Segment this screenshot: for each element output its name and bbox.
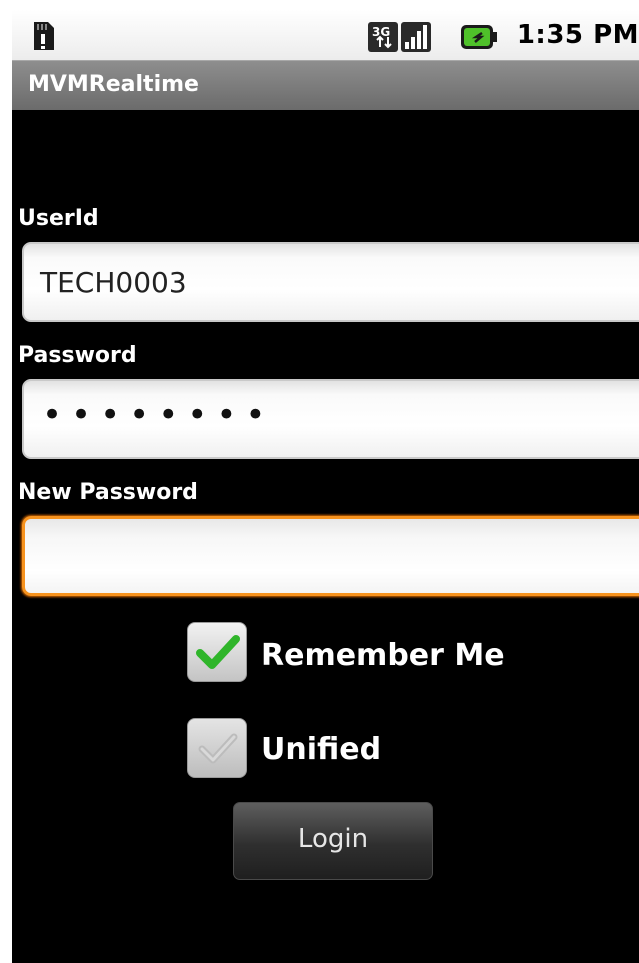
checkmark-disabled-icon — [198, 733, 238, 764]
unified-label: Unified — [261, 732, 382, 767]
signal-icon — [401, 22, 431, 52]
password-masked-value: •••••••• — [42, 395, 275, 435]
network-3g-icon: 3G — [368, 22, 398, 52]
new-password-label: New Password — [18, 480, 198, 505]
checkmark-icon — [196, 635, 240, 669]
remember-me-label: Remember Me — [261, 638, 505, 673]
userid-field[interactable]: TECH0003 — [22, 242, 639, 322]
sd-card-icon — [34, 22, 54, 50]
password-field[interactable]: •••••••• — [22, 379, 639, 459]
password-label: Password — [18, 343, 137, 368]
status-clock: 1:35 PM — [516, 20, 639, 50]
remember-me-checkbox[interactable] — [187, 622, 247, 682]
userid-value: TECH0003 — [40, 266, 187, 299]
login-button[interactable]: Login — [233, 802, 433, 880]
unified-checkbox[interactable] — [187, 718, 247, 778]
userid-label: UserId — [18, 206, 99, 231]
title-bar: MVMRealtime — [12, 60, 639, 110]
login-button-label: Login — [297, 824, 369, 854]
app-title: MVMRealtime — [28, 72, 199, 97]
phone-screen: 3G 1:35 PM MVMRealtime UserId TECH0003 P… — [12, 10, 639, 963]
battery-icon — [461, 25, 497, 49]
new-password-field[interactable] — [22, 516, 639, 596]
status-bar: 3G 1:35 PM — [12, 10, 639, 60]
